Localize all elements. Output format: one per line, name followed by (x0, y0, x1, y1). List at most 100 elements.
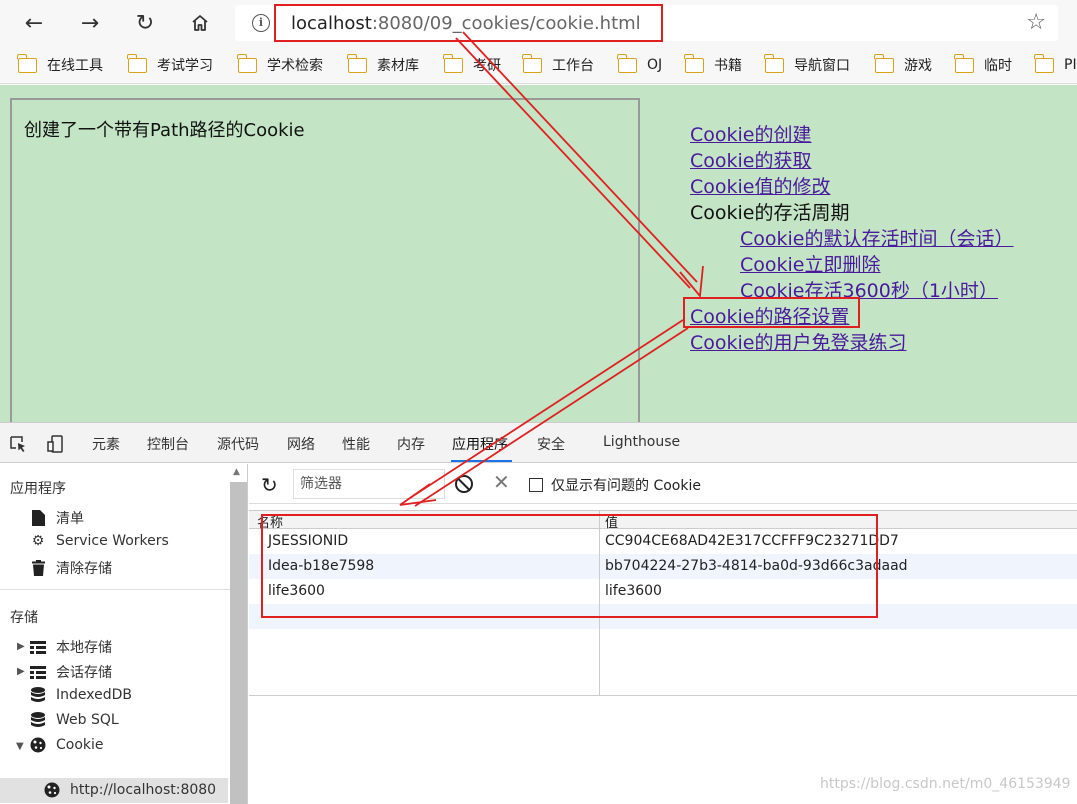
bookmark-folder[interactable]: 考试学习 (127, 53, 213, 75)
folder-icon (684, 53, 704, 73)
bookmark-label: 在线工具 (47, 58, 103, 74)
only-issues-checkbox[interactable]: 仅显示有问题的 Cookie (529, 475, 701, 495)
section-storage: 存储 (10, 610, 38, 626)
refresh-icon[interactable]: ↻ (131, 9, 159, 37)
content-iframe: 创建了一个带有Path路径的Cookie (10, 98, 640, 428)
cookie-table-annotation-box (261, 514, 878, 618)
trash-icon (30, 560, 46, 576)
sidebar-item-clear-storage[interactable]: 清除存储 (30, 558, 112, 578)
bookmark-label: 考研 (473, 58, 501, 74)
device-toolbar-icon[interactable] (46, 434, 66, 454)
tab-network[interactable]: 网络 (287, 434, 315, 454)
sidebar-label: 会话存储 (56, 665, 112, 681)
bookmark-folder[interactable]: 在线工具 (17, 53, 103, 75)
folder-icon (1034, 53, 1054, 73)
sidebar-item-websql[interactable]: Web SQL (30, 712, 119, 728)
bookmark-label: 工作台 (552, 58, 594, 74)
database-icon (30, 712, 46, 728)
tab-security[interactable]: 安全 (537, 434, 565, 454)
block-cookies-icon[interactable] (455, 475, 473, 493)
tab-console[interactable]: 控制台 (147, 434, 189, 454)
favorite-star-icon[interactable]: ☆ (1026, 10, 1046, 35)
bookmark-label: 游戏 (904, 58, 932, 74)
bookmark-folder[interactable]: 临时 (954, 53, 1012, 75)
checkbox-label: 仅显示有问题的 Cookie (551, 478, 701, 494)
link-cookie-default-life[interactable]: Cookie的默认存活时间（会话） (740, 224, 1014, 251)
bookmark-folder[interactable]: 书籍 (684, 53, 742, 75)
expand-triangle-icon[interactable]: ▶ (17, 666, 25, 677)
info-icon[interactable]: i (252, 14, 270, 32)
cookie-icon (30, 737, 46, 753)
sidebar-scrollbar[interactable] (230, 482, 247, 804)
folder-icon (522, 53, 542, 73)
tab-lighthouse[interactable]: Lighthouse (603, 434, 680, 450)
url-annotation-box (274, 4, 663, 42)
watermark: https://blog.csdn.net/m0_46153949 (820, 776, 1071, 792)
inspect-element-icon[interactable] (8, 434, 28, 454)
sidebar-label: 本地存储 (56, 640, 112, 656)
bookmark-folder[interactable]: 游戏 (874, 53, 932, 75)
folder-icon (127, 53, 147, 73)
cookie-filter-input[interactable] (293, 469, 445, 499)
address-bar[interactable]: i localhost:8080/09_cookies/cookie.html … (235, 4, 1058, 42)
bookmark-label: 临时 (984, 58, 1012, 74)
bookmark-label: 导航窗口 (794, 58, 850, 74)
link-cookie-create[interactable]: Cookie的创建 (690, 120, 812, 147)
clear-cookies-icon[interactable]: ✕ (493, 470, 510, 494)
bookmark-folder[interactable]: 素材库 (347, 53, 419, 75)
sidebar-label: IndexedDB (56, 687, 132, 703)
bookmark-label: 考试学习 (157, 58, 213, 74)
sidebar-item-session-storage[interactable]: 会话存储 (30, 662, 112, 682)
tab-elements[interactable]: 元素 (92, 434, 120, 454)
link-cookie-delete-now[interactable]: Cookie立即删除 (740, 250, 881, 277)
sidebar-item-cookie-origin[interactable]: http://localhost:8080 (0, 778, 228, 803)
tab-memory[interactable]: 内存 (397, 434, 425, 454)
folder-icon (874, 53, 894, 73)
bookmark-folder[interactable]: 导航窗口 (764, 53, 850, 75)
sidebar-item-manifest[interactable]: 清单 (30, 508, 84, 528)
bookmark-label: PI (1064, 57, 1077, 73)
bookmark-label: 素材库 (377, 58, 419, 74)
bookmark-folder[interactable]: 考研 (443, 53, 501, 75)
sidebar-item-cookie[interactable]: Cookie (30, 737, 104, 753)
back-arrow-icon[interactable]: ← (20, 9, 48, 37)
expand-triangle-icon[interactable]: ▶ (17, 641, 25, 652)
refresh-cookies-icon[interactable]: ↻ (261, 473, 278, 497)
application-sidebar: 应用程序 清单 ⚙ Service Workers 清除存储 存储 ▶ 本地存储 … (0, 464, 248, 804)
sidebar-item-service-workers[interactable]: ⚙ Service Workers (30, 533, 169, 549)
cookie-origin-row[interactable]: http://localhost:8080 (44, 782, 216, 798)
tab-sources[interactable]: 源代码 (217, 434, 259, 454)
bookmark-folder[interactable]: PI (1034, 53, 1077, 75)
bookmark-folder[interactable]: 工作台 (522, 53, 594, 75)
link-cookie-login[interactable]: Cookie的用户免登录练习 (690, 328, 907, 355)
bookmarks-bar: 在线工具 考试学习 学术检索 素材库 考研 工作台 OJ 书籍 导航窗口 游戏 … (0, 46, 1077, 84)
sidebar-item-local-storage[interactable]: 本地存储 (30, 637, 112, 657)
link-cookie-modify[interactable]: Cookie值的修改 (690, 172, 831, 199)
folder-icon (617, 53, 637, 73)
tab-application[interactable]: 应用程序 (452, 434, 508, 454)
folder-icon (17, 53, 37, 73)
bookmark-label: 书籍 (714, 58, 742, 74)
path-link-annotation-box (683, 297, 860, 328)
page-viewport: 创建了一个带有Path路径的Cookie Cookie的创建 Cookie的获取… (0, 85, 1077, 428)
collapse-triangle-icon[interactable]: ▼ (16, 741, 24, 752)
scroll-up-arrow-icon[interactable]: ▲ (233, 467, 240, 477)
active-tab-indicator (451, 460, 512, 462)
checkbox-box[interactable] (529, 478, 543, 492)
home-icon[interactable] (186, 9, 214, 37)
folder-icon (764, 53, 784, 73)
sidebar-label: Cookie (56, 737, 104, 753)
bookmark-folder[interactable]: OJ (617, 53, 662, 75)
lifecycle-heading: Cookie的存活周期 (690, 202, 850, 224)
link-cookie-get[interactable]: Cookie的获取 (690, 146, 812, 173)
sidebar-label: Web SQL (56, 712, 119, 728)
sidebar-label: Service Workers (56, 533, 169, 549)
bookmark-folder[interactable]: 学术检索 (237, 53, 323, 75)
forward-arrow-icon[interactable]: → (76, 9, 104, 37)
tab-performance[interactable]: 性能 (342, 434, 370, 454)
sidebar-divider (0, 589, 230, 590)
sidebar-item-indexeddb[interactable]: IndexedDB (30, 687, 132, 703)
folder-icon (237, 53, 257, 73)
cookie-filter-bar: ↻ ✕ 仅显示有问题的 Cookie (249, 464, 1077, 504)
devtools-tabbar: 元素 控制台 源代码 网络 性能 内存 应用程序 安全 Lighthouse (0, 423, 1077, 463)
